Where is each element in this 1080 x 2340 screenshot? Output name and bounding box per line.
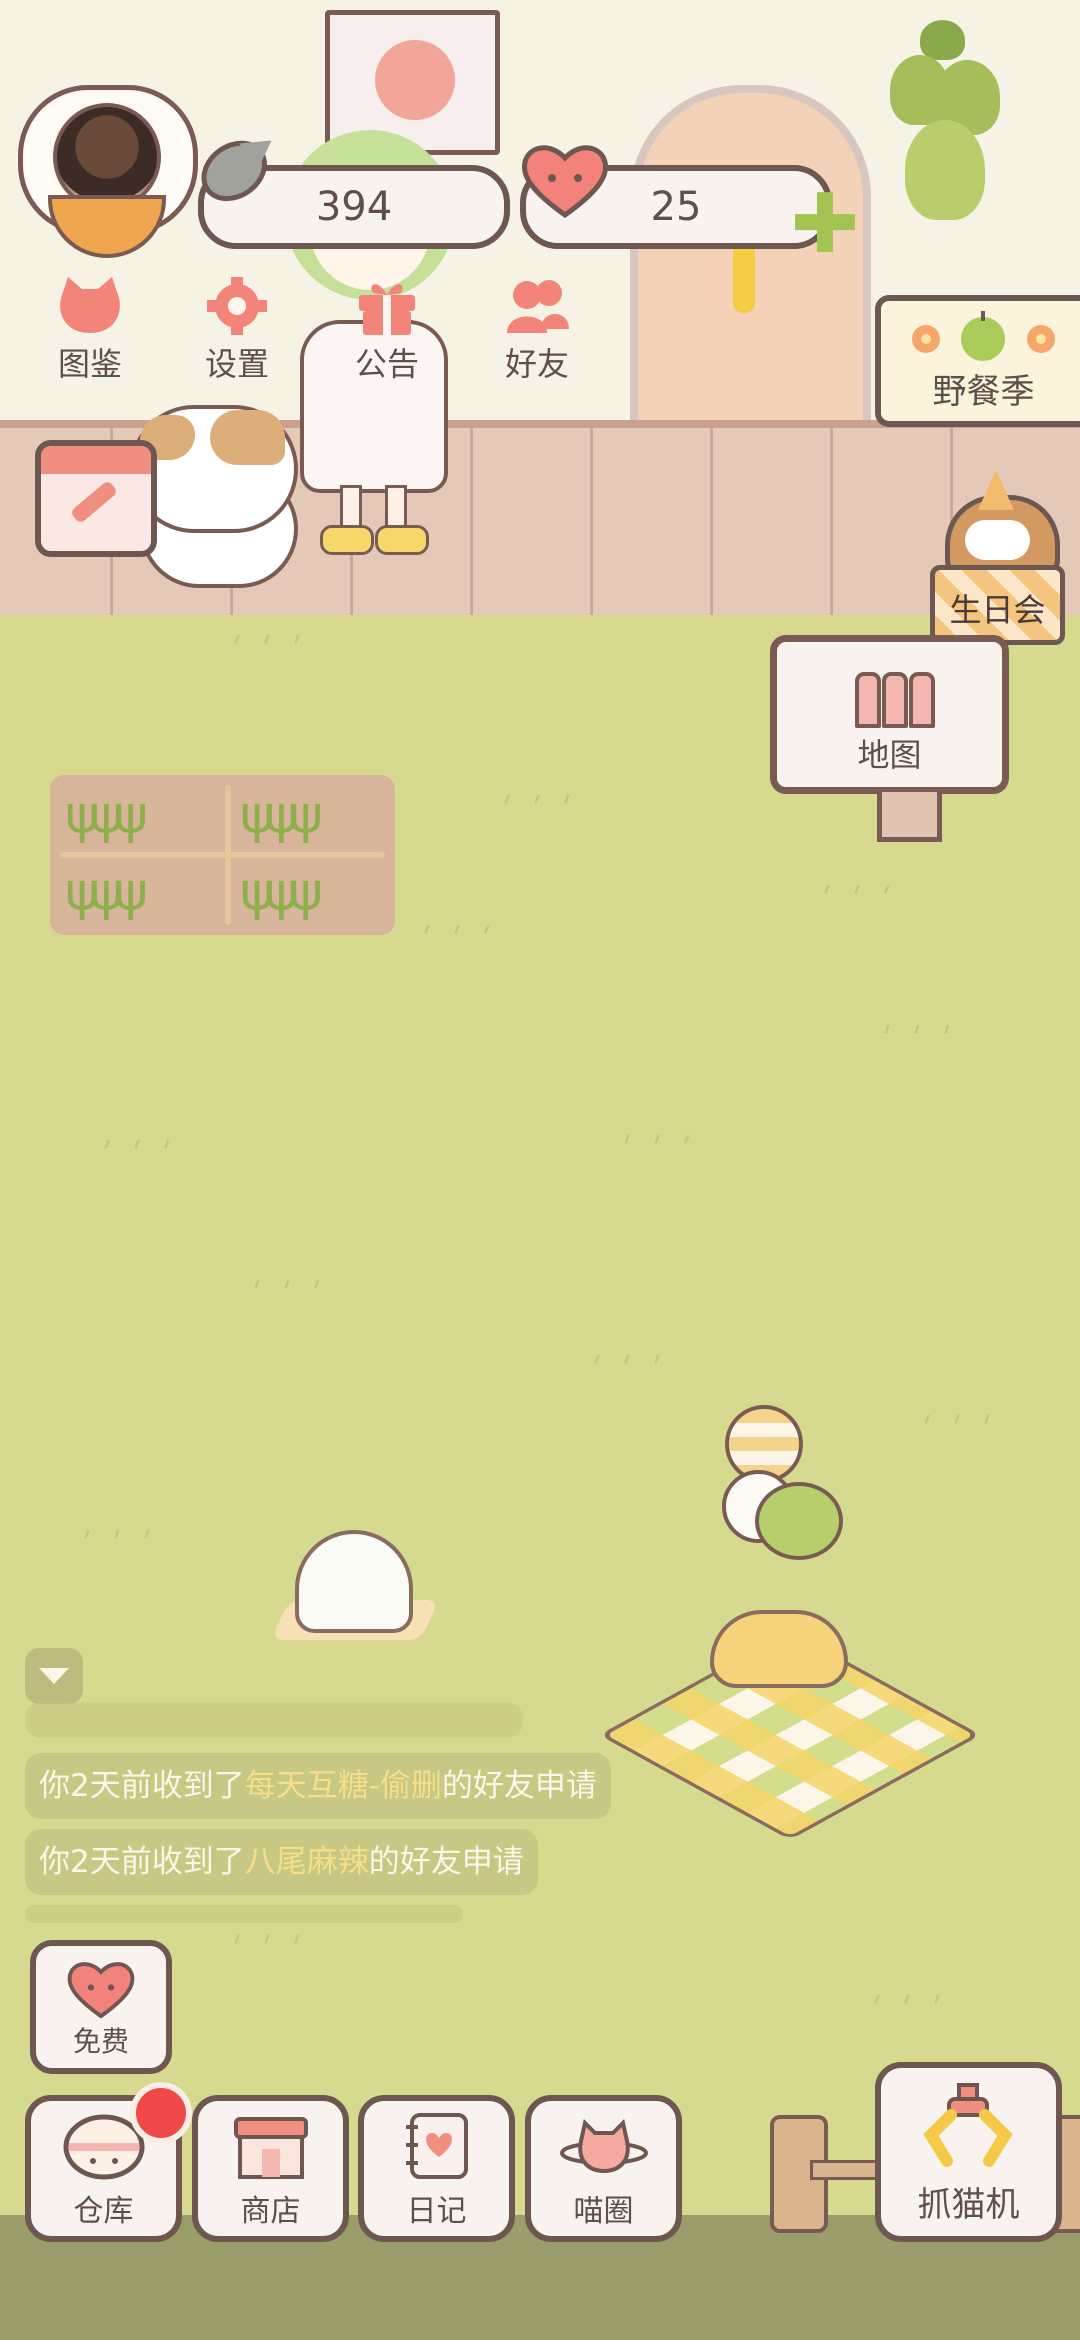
free-heart-button[interactable]: 免费 [30, 1940, 172, 2074]
menu-friends-label: 好友 [504, 345, 569, 383]
grass-tuft: ' ' ' [913, 1410, 1001, 1445]
grass-tuft: ' ' ' [93, 1135, 181, 1170]
cat-head-icon [60, 277, 120, 333]
menu-announcement-label: 公告 [354, 345, 419, 383]
shop-label: 商店 [240, 2194, 301, 2229]
cat-planet-icon [560, 2119, 648, 2174]
picnic-season-label: 野餐季 [932, 372, 1035, 412]
menu-announcement-button[interactable]: 公告 [322, 275, 452, 385]
grass-tuft: ' ' ' [223, 630, 311, 665]
straw-hat [710, 1610, 848, 1688]
map-button[interactable]: 地图 [770, 635, 1009, 842]
notification-badge [130, 2082, 192, 2144]
picnic-season-event-button[interactable]: 野餐季 [875, 295, 1080, 427]
grass-tuft: ' ' ' [873, 1020, 961, 1055]
meow-circle-label: 喵圈 [573, 2194, 634, 2229]
grass-tuft: ' ' ' [413, 920, 501, 955]
crop-plot[interactable]: ψψψ ψψψ ψψψ ψψψ [50, 775, 395, 935]
pencil-icon [69, 479, 119, 525]
diary-button[interactable]: 日记 [358, 2095, 515, 2242]
warehouse-label: 仓库 [73, 2194, 134, 2229]
birthday-party-label: 生日会 [949, 591, 1046, 629]
message-collapse-button[interactable] [25, 1648, 83, 1704]
add-heart-button[interactable]: ✚ [790, 184, 860, 266]
friend-name[interactable]: 八尾麻辣 [245, 1844, 369, 1880]
claw-machine-button[interactable]: 抓猫机 [875, 2062, 1062, 2242]
menu-friends-button[interactable]: 好友 [472, 275, 602, 385]
meow-circle-button[interactable]: 喵圈 [525, 2095, 682, 2242]
fence-icon [855, 672, 935, 728]
diary-icon [406, 2113, 468, 2179]
message-suffix: 的好友申请 [368, 1844, 524, 1880]
claw-machine-label: 抓猫机 [917, 2185, 1020, 2225]
map-label: 地图 [857, 736, 922, 774]
claw-icon [923, 2083, 1013, 2167]
free-label: 免费 [72, 2025, 129, 2058]
gift-icon [359, 284, 415, 335]
hanging-plant [880, 20, 1010, 220]
grass-tuft: ' ' ' [243, 1275, 331, 1310]
menu-settings-button[interactable]: 设置 [172, 275, 302, 385]
friend-request-message[interactable]: 你2天前收到了八尾麻辣的好友申请 [25, 1829, 538, 1895]
heart-icon [67, 1962, 135, 2019]
grass-tuft: ' ' ' [493, 790, 581, 825]
grass-tuft: ' ' ' [613, 1130, 701, 1165]
grass-tuft: ' ' ' [863, 1990, 951, 2025]
grass-tuft: ' ' ' [223, 1930, 311, 1965]
flower-apple-icon [912, 311, 1055, 361]
calendar-checkin-button[interactable] [35, 440, 157, 557]
heart-icon [521, 145, 609, 219]
balloon [755, 1482, 843, 1560]
birthday-party-button[interactable]: 生日会 [930, 470, 1065, 645]
message-prefix: 你2天前收到了 [39, 1844, 245, 1880]
menu-settings-label: 设置 [204, 345, 269, 383]
friends-icon [507, 280, 569, 333]
friend-request-message[interactable]: 你2天前收到了每天互糖-偷删的好友申请 [25, 1753, 611, 1819]
grass-tuft: ' ' ' [73, 1525, 161, 1560]
message-suffix: 的好友申请 [441, 1768, 597, 1804]
faded-message [25, 1905, 463, 1923]
message-prefix: 你2天前收到了 [39, 1768, 245, 1804]
friend-name[interactable]: 每天互糖-偷删 [245, 1768, 442, 1804]
chevron-down-icon [39, 1668, 69, 1684]
faded-message [25, 1702, 523, 1738]
gear-icon [207, 277, 267, 335]
menu-encyclopedia-label: 图鉴 [57, 345, 122, 383]
rice-ball-item[interactable] [270, 1530, 440, 1640]
player-avatar[interactable] [18, 85, 198, 258]
shop-icon [234, 2117, 308, 2179]
grass-tuft: ' ' ' [813, 880, 901, 915]
diary-label: 日记 [406, 2194, 467, 2229]
shop-button[interactable]: 商店 [192, 2095, 349, 2242]
grass-tuft: ' ' ' [583, 1350, 671, 1385]
menu-encyclopedia-button[interactable]: 图鉴 [25, 275, 155, 385]
